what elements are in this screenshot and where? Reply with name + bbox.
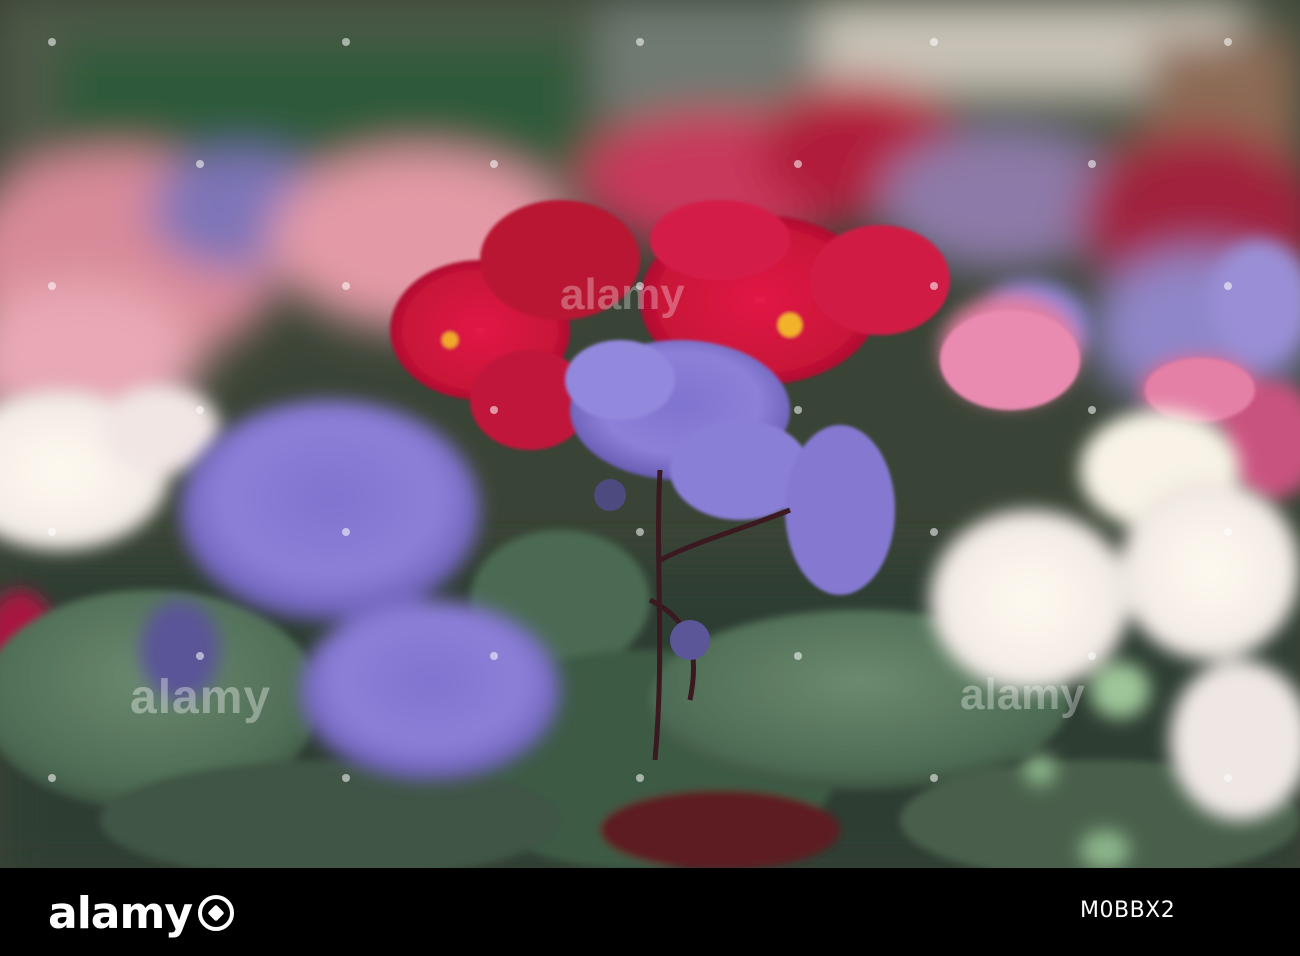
alamy-logo-mark-icon [198,895,234,931]
alamy-logo-text: alamy [48,888,193,939]
watermark-brand-left: alamy [130,671,272,724]
alamy-logo: alamy [48,888,240,939]
african-violets-photo: alamy alamy alamy [0,0,1300,868]
image-id-label: M0BBX2 [1080,898,1176,923]
watermark-brand-center: alamy [560,270,685,319]
stock-photo-frame: alamy alamy alamy alamy M0BBX2 [0,0,1300,956]
watermark-brand-right: alamy [960,670,1085,719]
watermark-pattern [48,38,1232,782]
